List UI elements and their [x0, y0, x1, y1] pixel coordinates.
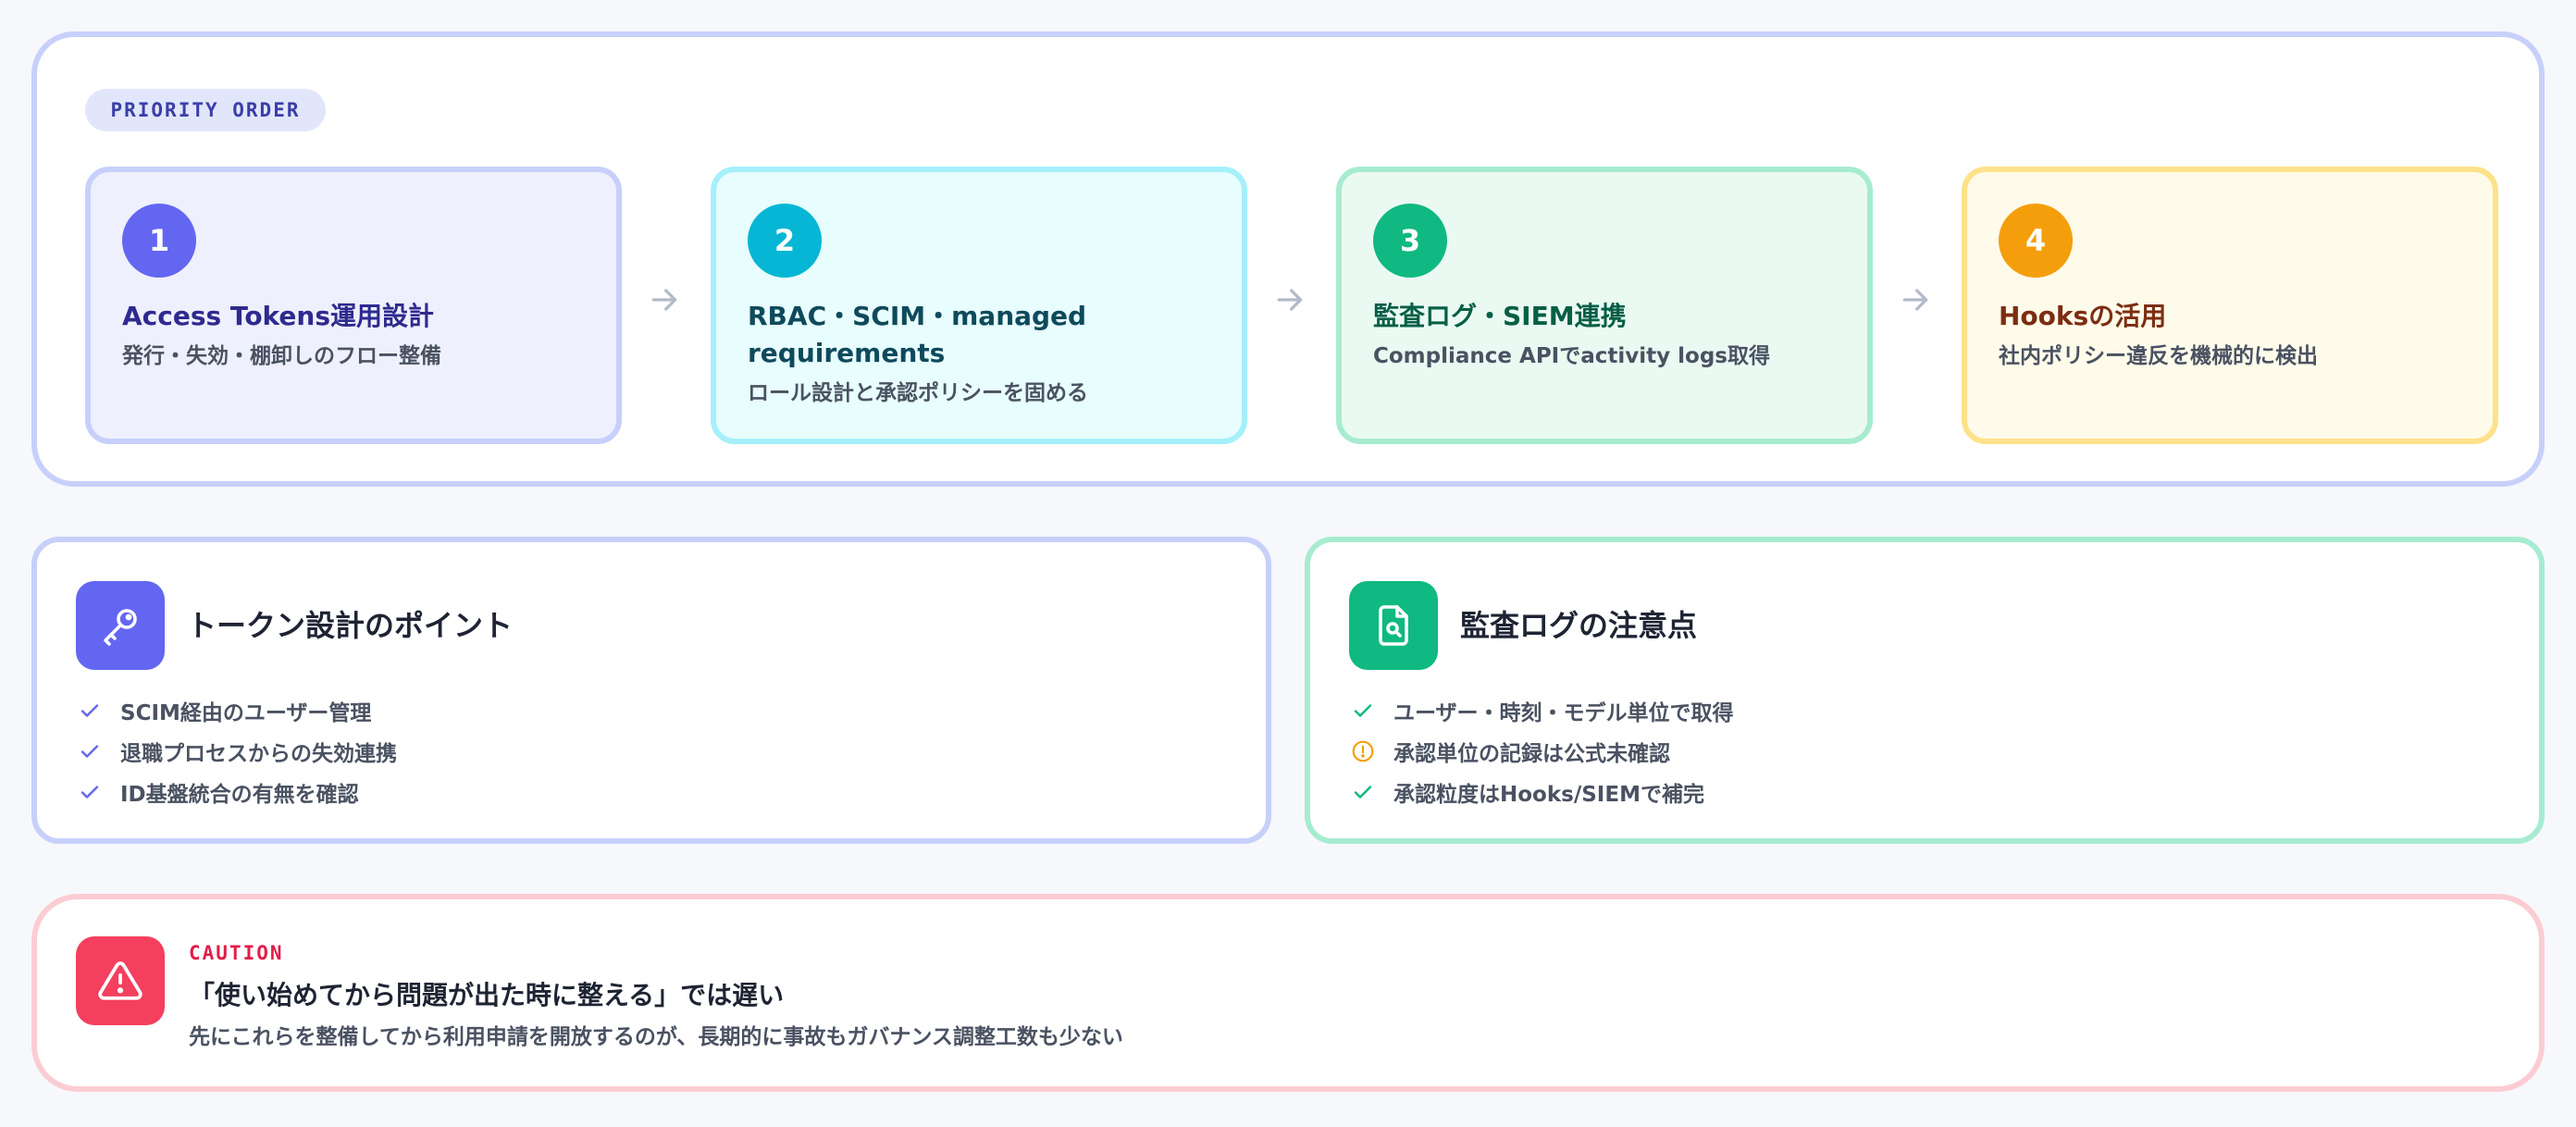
list-item: SCIM経由のユーザー管理: [78, 690, 397, 731]
list-item-text: 退職プロセスからの失効連携: [120, 742, 397, 766]
list-item-text: 承認単位の記録は公式未確認: [1393, 742, 1670, 766]
priority-order-label: PRIORITY ORDER: [85, 89, 326, 131]
check-icon: [78, 739, 102, 763]
token-design-card: トークン設計のポイント SCIM経由のユーザー管理 退職プロセスからの失効連携 …: [31, 537, 1271, 844]
list-item: 退職プロセスからの失効連携: [78, 731, 397, 772]
card-title: トークン設計のポイント: [187, 608, 514, 643]
step-title: 監査ログ・SIEM連携: [1373, 301, 1627, 331]
token-points-list: SCIM経由のユーザー管理 退職プロセスからの失効連携 ID基盤統合の有無を確認: [78, 690, 397, 812]
arrow-right-icon: [1271, 281, 1308, 318]
step-title: Hooksの活用: [1999, 301, 2167, 331]
step-card-4: 4 Hooksの活用 社内ポリシー違反を機械的に検出: [1962, 167, 2498, 444]
list-item-text: SCIM経由のユーザー管理: [120, 701, 372, 725]
alert-circle-icon: [1351, 739, 1375, 763]
card-title: 監査ログの注意点: [1460, 608, 1698, 643]
step-description: 社内ポリシー違反を機械的に検出: [1999, 344, 2318, 368]
step-number-badge: 1: [122, 204, 196, 278]
step-title: Access Tokens運用設計: [122, 301, 435, 331]
check-icon: [1351, 699, 1375, 723]
step-number-badge: 3: [1373, 204, 1447, 278]
caution-description: 先にこれらを整備してから利用申請を開放するのが、長期的に事故もガバナンス調整工数…: [189, 1025, 1123, 1049]
caution-title: 「使い始めてから問題が出た時に整える」では遅い: [189, 980, 785, 1010]
check-icon: [78, 780, 102, 804]
step-title: RBAC・SCIM・managed requirements: [748, 301, 1087, 368]
step-number-badge: 2: [748, 204, 822, 278]
step-description: Compliance APIでactivity logs取得: [1373, 344, 1770, 368]
arrow-right-icon: [646, 281, 683, 318]
caution-label: CAUTION: [189, 942, 284, 964]
audit-log-card: 監査ログの注意点 ユーザー・時刻・モデル単位で取得 承認単位の記録は公式未確認 …: [1305, 537, 2545, 844]
step-card-3: 3 監査ログ・SIEM連携 Compliance APIでactivity lo…: [1336, 167, 1873, 444]
key-icon: [76, 581, 165, 670]
step-card-1: 1 Access Tokens運用設計 発行・失効・棚卸しのフロー整備: [85, 167, 622, 444]
step-card-2: 2 RBAC・SCIM・managed requirements ロール設計と承…: [711, 167, 1247, 444]
check-icon: [78, 699, 102, 723]
warning-triangle-icon: [76, 936, 165, 1025]
arrow-right-icon: [1897, 281, 1934, 318]
list-item: ユーザー・時刻・モデル単位で取得: [1351, 690, 1734, 731]
list-item: 承認粒度はHooks/SIEMで補完: [1351, 772, 1734, 812]
audit-points-list: ユーザー・時刻・モデル単位で取得 承認単位の記録は公式未確認 承認粒度はHook…: [1351, 690, 1734, 812]
check-icon: [1351, 780, 1375, 804]
priority-order-card: PRIORITY ORDER 1 Access Tokens運用設計 発行・失効…: [31, 31, 2545, 487]
list-item: ID基盤統合の有無を確認: [78, 772, 397, 812]
list-item-text: 承認粒度はHooks/SIEMで補完: [1393, 783, 1704, 807]
step-description: ロール設計と承認ポリシーを固める: [748, 381, 1088, 405]
list-item-text: ユーザー・時刻・モデル単位で取得: [1393, 701, 1734, 725]
step-description: 発行・失効・棚卸しのフロー整備: [122, 344, 441, 368]
list-item-text: ID基盤統合の有無を確認: [120, 783, 359, 807]
caution-card: CAUTION 「使い始めてから問題が出た時に整える」では遅い 先にこれらを整備…: [31, 894, 2545, 1092]
list-item: 承認単位の記録は公式未確認: [1351, 731, 1734, 772]
file-search-icon: [1349, 581, 1438, 670]
step-number-badge: 4: [1999, 204, 2073, 278]
